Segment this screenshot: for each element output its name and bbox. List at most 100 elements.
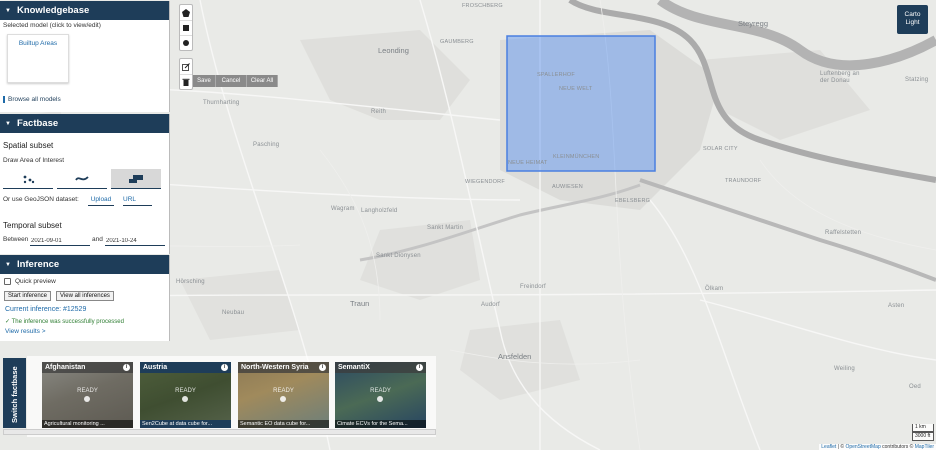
info-icon[interactable]: i — [123, 364, 130, 371]
map-label: Ansfelden — [498, 352, 532, 361]
map-label: SOLAR CITY — [703, 146, 738, 152]
card-description: Cimate ECVs for the Sema... — [335, 420, 426, 428]
delete-layers-tool[interactable] — [180, 74, 192, 89]
cancel-button[interactable]: Cancel — [216, 75, 247, 87]
inference-header[interactable]: ▼ Inference — [0, 255, 169, 274]
temporal-subset-heading: Temporal subset — [3, 221, 62, 230]
model-card[interactable]: Builtup Areas — [7, 34, 69, 83]
horizontal-scrollbar[interactable] — [3, 429, 436, 435]
info-icon[interactable]: i — [221, 364, 228, 371]
globe-icon — [182, 396, 188, 402]
view-results-link[interactable]: View results > — [5, 328, 46, 335]
draw-rectangle-tool[interactable] — [180, 20, 192, 35]
card-description: Agricultural monitoring ... — [42, 420, 133, 428]
map-label: AUWIESEN — [552, 184, 583, 190]
map-label: SPALLERHOF — [537, 72, 575, 78]
area-of-interest — [506, 35, 656, 172]
card-description: Semantic EO data cube for... — [238, 420, 329, 428]
map-label: Neubau — [222, 310, 245, 316]
card-description: Sen2Cube at data cube for... — [140, 420, 231, 428]
map-label: Raffelstetten — [825, 230, 862, 236]
caret-down-icon: ▼ — [5, 7, 11, 14]
polygon-tool-icon — [182, 8, 190, 17]
card-status: READY — [77, 388, 98, 394]
basemap-toggle-button[interactable]: Carto Light — [897, 5, 928, 34]
draw-points-button[interactable] — [3, 169, 53, 189]
draw-polygon-button[interactable] — [111, 169, 161, 189]
info-icon[interactable]: i — [319, 364, 326, 371]
globe-icon — [377, 396, 383, 402]
caret-down-icon: ▼ — [5, 261, 11, 268]
globe-icon — [280, 396, 286, 402]
card-title: Austria — [140, 362, 231, 373]
scale-km: 1 km — [912, 424, 934, 432]
edit-toolbar — [179, 58, 193, 90]
map-label: Luftenberg an der Donau — [820, 71, 860, 84]
map-label: Freindorf — [520, 284, 546, 290]
map-attribution: Leaflet | © OpenStreetMap contributors ©… — [819, 444, 936, 450]
model-name: Builtup Areas — [18, 40, 58, 47]
map-label: WIEGENDORF — [465, 179, 505, 185]
card-status: READY — [273, 388, 294, 394]
map-label: Wagram — [331, 206, 355, 212]
card-title: SemantiX — [335, 362, 426, 373]
success-text: The inference was successfully processed — [11, 319, 124, 325]
rectangle-tool-icon — [183, 25, 189, 31]
current-inference-label: Current inference: #12529 — [5, 306, 87, 313]
start-inference-button[interactable]: Start inference — [4, 291, 52, 301]
switch-factbase-label: Switch factbase — [10, 366, 19, 423]
osm-link[interactable]: OpenStreetMap — [845, 444, 880, 450]
selected-model-label: Selected model (click to view/edit) — [3, 22, 101, 29]
polygon-icon — [129, 174, 143, 183]
map-label: Audorf — [481, 302, 500, 308]
maptiler-link[interactable]: MapTiler — [915, 444, 934, 450]
draw-line-button[interactable] — [57, 169, 107, 189]
map-label: Ölkam — [705, 286, 724, 292]
knowledgebase-title: Knowledgebase — [16, 5, 90, 16]
factbase-card-austria[interactable]: Austria i READY Sen2Cube at data cube fo… — [140, 362, 231, 428]
factbase-header[interactable]: ▼ Factbase — [0, 114, 169, 133]
draw-circle-tool[interactable] — [180, 35, 192, 50]
upload-tab[interactable]: Upload — [88, 196, 114, 206]
map-label: GAUMBERG — [440, 39, 474, 45]
end-date-input[interactable] — [105, 236, 165, 246]
factbase-card-afghanistan[interactable]: Afghanistan i READY Agricultural monitor… — [42, 362, 133, 428]
browse-all-models-link[interactable]: Browse all models — [3, 96, 61, 103]
quick-preview-checkbox[interactable] — [4, 278, 11, 285]
start-date-input[interactable] — [30, 236, 90, 246]
url-tab[interactable]: URL — [123, 196, 152, 206]
switch-factbase-tab[interactable]: Switch factbase — [3, 358, 26, 428]
trash-icon — [182, 78, 190, 86]
card-title: North-Western Syria — [238, 362, 329, 373]
info-icon[interactable]: i — [416, 364, 423, 371]
knowledgebase-header[interactable]: ▼ Knowledgebase — [0, 1, 169, 20]
draw-toolbar — [179, 4, 193, 51]
map-label: Traun — [350, 299, 370, 308]
globe-icon — [84, 396, 90, 402]
and-label: and — [92, 236, 103, 243]
inference-title: Inference — [16, 259, 60, 270]
leaflet-link[interactable]: Leaflet — [821, 444, 836, 450]
clear-all-button[interactable]: Clear All — [247, 75, 278, 87]
map-label: Weiling — [834, 366, 855, 372]
edit-layers-tool[interactable] — [180, 59, 192, 74]
view-all-inferences-button[interactable]: View all inferences — [56, 291, 114, 301]
factbase-card-north-western-syria[interactable]: North-Western Syria i READY Semantic EO … — [238, 362, 329, 428]
map-label: KLEINMÜNCHEN — [553, 154, 600, 160]
save-button[interactable]: Save — [193, 75, 216, 87]
checkmark-icon: ✓ — [5, 319, 11, 325]
map-label: TRAUNDORF — [725, 178, 762, 184]
map-label: Statzing — [905, 77, 929, 83]
map-label: Hörsching — [176, 279, 205, 285]
map-label: Thurnharting — [203, 100, 240, 106]
map-label: Oed — [909, 384, 921, 390]
factbase-card-semantix[interactable]: SemantiX i READY Cimate ECVs for the Sem… — [335, 362, 426, 428]
map-label: Sankt Martin — [427, 225, 464, 231]
factbase-title: Factbase — [16, 118, 59, 129]
circle-tool-icon — [183, 40, 189, 46]
map-label: Steyregg — [738, 19, 769, 28]
draw-polygon-tool[interactable] — [180, 5, 192, 20]
card-title: Afghanistan — [42, 362, 133, 373]
map-label: FROSCHBERG — [462, 3, 503, 9]
map-label: Langholzfeld — [361, 208, 398, 214]
